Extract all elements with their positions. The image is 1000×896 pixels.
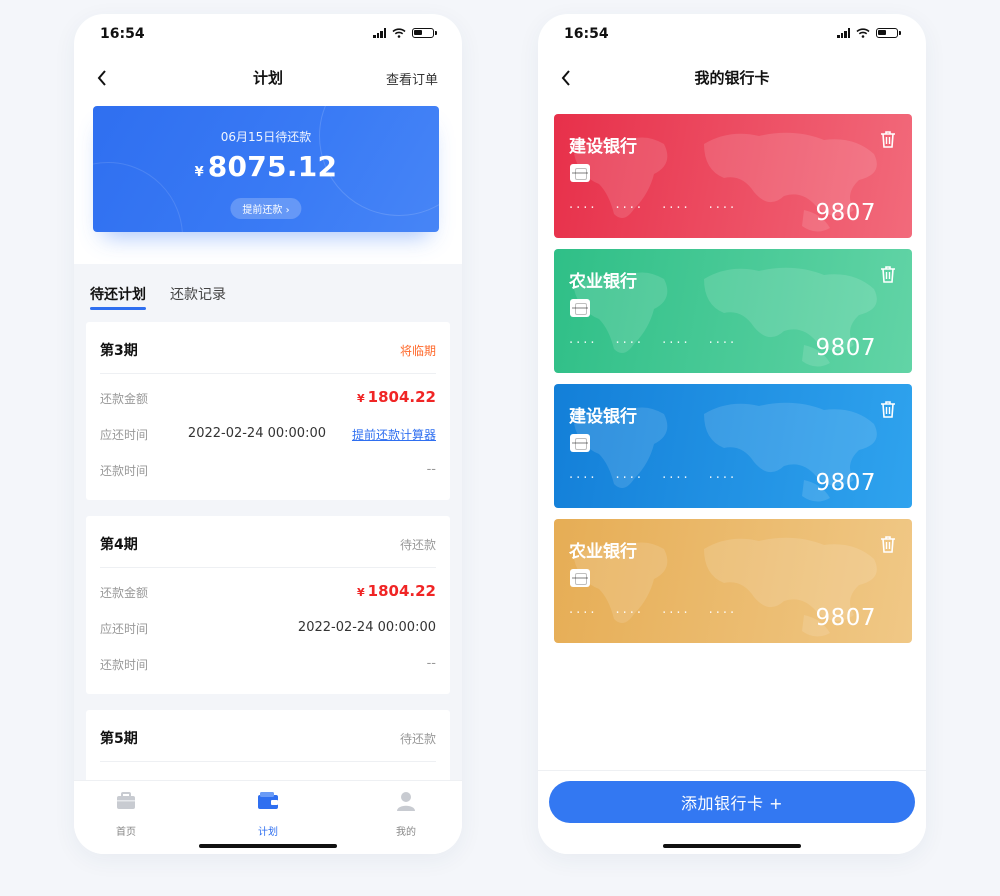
card-last-four: 9807 xyxy=(815,605,876,631)
masked-digit-group: ···· xyxy=(615,336,645,351)
plan-title: 第3期 xyxy=(100,343,138,359)
early-repay-button[interactable]: 提前还款 › xyxy=(230,198,302,219)
page-title: 我的银行卡 xyxy=(694,69,770,87)
masked-digit-group: ···· xyxy=(569,336,598,351)
card-last-four: 9807 xyxy=(815,470,876,496)
wifi-icon xyxy=(392,28,406,38)
masked-card-number: ···· ···· ···· ···· xyxy=(569,201,737,216)
user-icon xyxy=(397,792,415,811)
masked-digit-group: ···· xyxy=(708,336,738,351)
masked-digit-group: ···· xyxy=(569,471,598,486)
card-chip-icon xyxy=(570,569,590,587)
battery-icon xyxy=(876,28,901,38)
trash-icon[interactable] xyxy=(880,400,896,418)
repay-calculator-link[interactable]: 提前还款计算器 xyxy=(352,426,436,443)
due-amount: ¥ 8075.12 xyxy=(194,150,338,183)
amount-row: 还款金额 ¥1804.22 xyxy=(100,582,436,600)
card-chip-icon xyxy=(570,164,590,182)
masked-digit-group: ···· xyxy=(569,606,598,621)
bank-card[interactable]: 建设银行 ···· ···· ···· ···· 9807 xyxy=(554,114,912,238)
signal-icon xyxy=(373,28,386,38)
status-time: 16:54 xyxy=(100,26,145,42)
bank-card[interactable]: 农业银行 ···· ···· ···· ···· 9807 xyxy=(554,249,912,373)
status-bar: 16:54 xyxy=(538,14,926,56)
due-time-value: 2022-02-24 00:00:00 xyxy=(187,426,326,441)
masked-digit-group: ···· xyxy=(615,606,645,621)
briefcase-icon xyxy=(117,792,135,809)
plan-list-area: 待还计划 还款记录 第3期 将临期 还款金额 ¥1804.22 应还时间 202… xyxy=(74,264,462,780)
repay-amount: ¥1804.22 xyxy=(357,582,436,600)
status-time: 16:54 xyxy=(564,26,609,42)
bank-cards-screen: 16:54 我的银行卡 建设银行 ···· ···· ···· ···· 9807 农业银行… xyxy=(538,14,926,854)
masked-digit-group: ···· xyxy=(708,201,738,216)
plan-card: 第5期 待还款 xyxy=(86,710,450,780)
battery-icon xyxy=(412,28,437,38)
due-time-row: 应还时间 2022-02-24 00:00:00 xyxy=(100,620,436,636)
tab-mine[interactable]: 我的 xyxy=(376,791,436,838)
chevron-left-icon[interactable] xyxy=(92,68,112,88)
bank-card[interactable]: 建设银行 ···· ···· ···· ···· 9807 xyxy=(554,384,912,508)
bank-name: 农业银行 xyxy=(569,272,637,292)
trash-icon[interactable] xyxy=(880,265,896,283)
nav-bar: 我的银行卡 xyxy=(538,58,926,98)
masked-card-number: ···· ···· ···· ···· xyxy=(569,471,737,486)
plan-title: 第5期 xyxy=(100,731,138,747)
masked-digit-group: ···· xyxy=(615,201,645,216)
due-time-row: 应还时间 2022-02-24 00:00:00 提前还款计算器 xyxy=(100,426,436,443)
bank-name: 农业银行 xyxy=(569,542,637,562)
status-bar: 16:54 xyxy=(74,14,462,56)
due-date-label: 06月15日待还款 xyxy=(220,130,312,144)
home-indicator xyxy=(199,844,337,848)
bank-name: 建设银行 xyxy=(569,137,637,157)
plan-tabs: 待还计划 还款记录 xyxy=(90,284,226,310)
bottom-action-area: 添加银行卡 + xyxy=(538,770,926,854)
status-badge: 待还款 xyxy=(399,732,436,746)
bottom-tab-bar: 首页 计划 我的 xyxy=(74,780,462,854)
trash-icon[interactable] xyxy=(880,535,896,553)
repay-amount: ¥1804.22 xyxy=(357,388,436,406)
tab-plan[interactable]: 计划 xyxy=(238,791,298,838)
status-badge: 待还款 xyxy=(399,538,436,552)
view-orders-link[interactable]: 查看订单 xyxy=(386,69,438,88)
trash-icon[interactable] xyxy=(880,130,896,148)
masked-digit-group: ···· xyxy=(569,201,598,216)
chevron-left-icon[interactable] xyxy=(556,68,576,88)
masked-digit-group: ···· xyxy=(662,471,691,486)
card-last-four: 9807 xyxy=(815,335,876,361)
card-chip-icon xyxy=(570,299,590,317)
tab-repayment-records[interactable]: 还款记录 xyxy=(170,284,226,310)
tab-home[interactable]: 首页 xyxy=(96,791,156,838)
amount-row: 还款金额 ¥1804.22 xyxy=(100,388,436,406)
wallet-icon xyxy=(258,792,278,809)
plan-card: 第3期 将临期 还款金额 ¥1804.22 应还时间 2022-02-24 00… xyxy=(86,322,450,500)
plan-screen: 16:54 计划 查看订单 06月15日待还款 ¥ 8075.12 提前还款 ›… xyxy=(74,14,462,854)
card-chip-icon xyxy=(570,434,590,452)
wifi-icon xyxy=(856,28,870,38)
masked-digit-group: ···· xyxy=(662,606,691,621)
signal-icon xyxy=(837,28,850,38)
paid-time-row: 还款时间 -- xyxy=(100,656,436,672)
masked-digit-group: ···· xyxy=(662,201,691,216)
masked-digit-group: ···· xyxy=(615,471,645,486)
nav-bar: 计划 查看订单 xyxy=(74,58,462,98)
bank-card[interactable]: 农业银行 ···· ···· ···· ···· 9807 xyxy=(554,519,912,643)
card-last-four: 9807 xyxy=(815,200,876,226)
tab-pending-plan[interactable]: 待还计划 xyxy=(90,284,146,310)
masked-card-number: ···· ···· ···· ···· xyxy=(569,336,737,351)
plan-card: 第4期 待还款 还款金额 ¥1804.22 应还时间 2022-02-24 00… xyxy=(86,516,450,694)
plan-title: 第4期 xyxy=(100,537,138,553)
masked-digit-group: ···· xyxy=(708,606,738,621)
status-badge: 将临期 xyxy=(399,344,436,358)
masked-digit-group: ···· xyxy=(708,471,738,486)
masked-card-number: ···· ···· ···· ···· xyxy=(569,606,737,621)
home-indicator xyxy=(663,844,801,848)
due-summary-card: 06月15日待还款 ¥ 8075.12 提前还款 › xyxy=(93,106,439,232)
masked-digit-group: ···· xyxy=(662,336,691,351)
due-time-value: 2022-02-24 00:00:00 xyxy=(297,620,436,635)
add-bank-card-button[interactable]: 添加银行卡 + xyxy=(549,781,915,823)
bank-name: 建设银行 xyxy=(569,407,637,427)
paid-time-row: 还款时间 -- xyxy=(100,462,436,478)
